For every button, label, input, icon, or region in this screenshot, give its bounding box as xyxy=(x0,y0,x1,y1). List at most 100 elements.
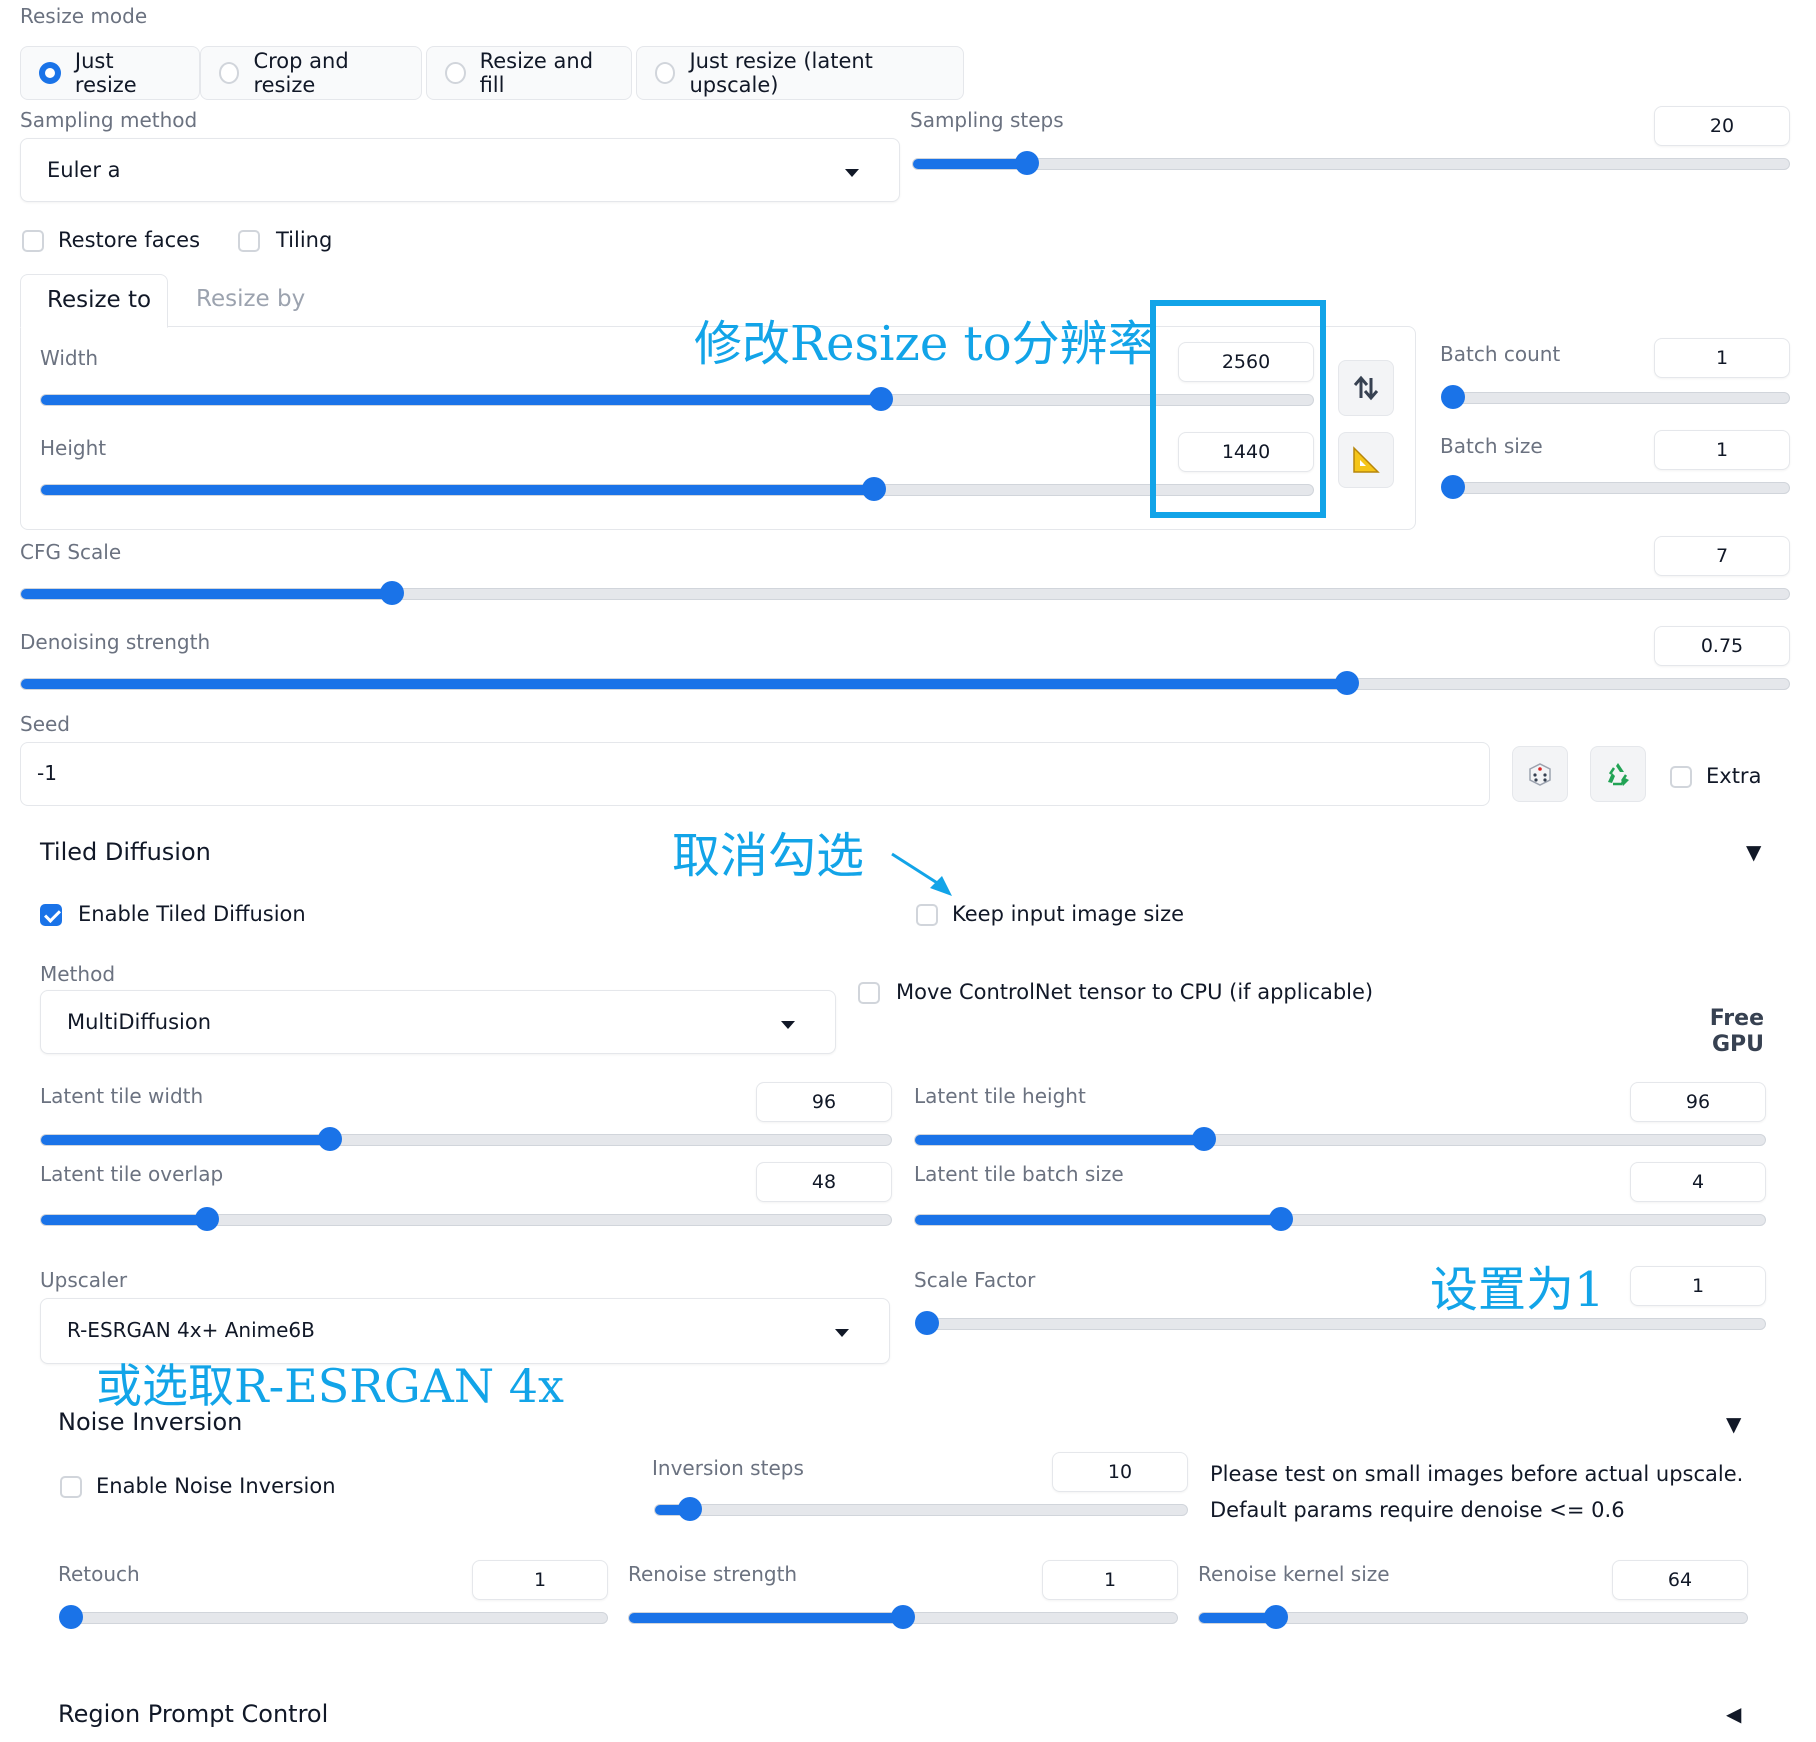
tiling-checkbox[interactable] xyxy=(238,230,260,252)
slider-fill xyxy=(913,159,1027,169)
tab-resize-to[interactable]: Resize to xyxy=(20,274,168,328)
batch-count-slider[interactable] xyxy=(1441,385,1790,409)
tiled-diffusion-title[interactable]: Tiled Diffusion xyxy=(40,838,211,866)
slider-thumb[interactable] xyxy=(1192,1127,1216,1151)
slider-fill xyxy=(21,679,1347,689)
height-slider[interactable] xyxy=(40,477,1314,501)
tab-resize-by[interactable]: Resize by xyxy=(196,286,305,312)
chevron-down-icon xyxy=(835,1329,849,1337)
tab-resize-to-label: Resize to xyxy=(47,287,152,313)
width-slider[interactable] xyxy=(40,387,1314,411)
slider-thumb[interactable] xyxy=(380,581,405,605)
slider-thumb[interactable] xyxy=(915,1311,939,1335)
enable-noise-inversion-checkbox[interactable] xyxy=(60,1476,82,1498)
radio-label: Just resize (latent upscale) xyxy=(689,49,873,97)
denoising-slider[interactable] xyxy=(20,671,1790,695)
scale-factor-slider[interactable] xyxy=(915,1311,1766,1335)
extra-seed-checkbox[interactable] xyxy=(1670,766,1692,788)
region-prompt-title[interactable]: Region Prompt Control xyxy=(58,1700,328,1728)
tile-overlap-input[interactable]: 48 xyxy=(756,1162,892,1202)
tile-width-input[interactable]: 96 xyxy=(756,1082,892,1122)
tile-height-input[interactable]: 96 xyxy=(1630,1082,1766,1122)
seed-input[interactable]: -1 xyxy=(20,742,1490,806)
renoise-strength-input[interactable]: 1 xyxy=(1042,1560,1178,1600)
annotation-arrow-icon xyxy=(891,852,952,896)
radio-just-resize-latent[interactable]: Just resize (latent upscale) xyxy=(636,46,964,100)
slider-fill xyxy=(41,1135,330,1145)
collapse-triangle-icon[interactable]: ▼ xyxy=(1726,1412,1741,1436)
denoising-input[interactable]: 0.75 xyxy=(1654,626,1790,666)
radio-just-resize[interactable]: Just resize xyxy=(20,46,200,100)
swap-dimensions-button[interactable] xyxy=(1338,360,1394,416)
noise-inversion-title[interactable]: Noise Inversion xyxy=(58,1408,242,1436)
tile-height-slider[interactable] xyxy=(914,1127,1766,1151)
collapse-triangle-icon[interactable]: ▼ xyxy=(1746,840,1761,864)
batch-count-input[interactable]: 1 xyxy=(1654,338,1790,378)
sampling-method-select[interactable]: Euler a xyxy=(20,138,900,202)
cfg-scale-slider[interactable] xyxy=(20,581,1790,605)
slider-thumb[interactable] xyxy=(862,477,887,501)
slider-thumb[interactable] xyxy=(59,1605,83,1629)
slider-thumb[interactable] xyxy=(891,1605,915,1629)
swap-arrows-icon xyxy=(1353,375,1379,401)
tile-batch-slider[interactable] xyxy=(914,1207,1766,1231)
enable-tiled-diffusion-checkbox[interactable] xyxy=(40,904,62,926)
tile-overlap-label: Latent tile overlap xyxy=(40,1162,224,1186)
free-gpu-button[interactable]: Free GPU xyxy=(1700,1006,1764,1058)
sampling-steps-slider[interactable] xyxy=(912,151,1790,175)
inversion-steps-slider[interactable] xyxy=(654,1497,1188,1521)
method-select[interactable]: MultiDiffusion xyxy=(40,990,836,1054)
radio-resize-and-fill[interactable]: Resize and fill xyxy=(426,46,632,100)
seed-label: Seed xyxy=(20,712,70,736)
slider-thumb[interactable] xyxy=(1335,671,1359,695)
batch-size-input[interactable]: 1 xyxy=(1654,430,1790,470)
upscaler-value: R-ESRGAN 4x+ Anime6B xyxy=(67,1318,315,1342)
expand-triangle-icon[interactable]: ◀ xyxy=(1726,1702,1741,1726)
slider-thumb[interactable] xyxy=(1268,1207,1293,1231)
keep-input-size-checkbox[interactable] xyxy=(916,904,938,926)
tile-batch-input[interactable]: 4 xyxy=(1630,1162,1766,1202)
tile-width-label: Latent tile width xyxy=(40,1084,204,1108)
radio-indicator xyxy=(655,62,676,84)
chevron-down-icon xyxy=(845,169,859,177)
inversion-steps-label: Inversion steps xyxy=(652,1456,804,1480)
resize-mode-label: Resize mode xyxy=(20,4,148,28)
batch-size-slider[interactable] xyxy=(1441,475,1790,499)
retouch-slider[interactable] xyxy=(59,1605,608,1629)
note-line-1: Please test on small images before actua… xyxy=(1210,1462,1744,1486)
radio-label: Just resize xyxy=(74,49,137,97)
restore-faces-checkbox[interactable] xyxy=(22,230,44,252)
free-gpu-line1: Free xyxy=(1709,1006,1764,1031)
move-controlnet-checkbox[interactable] xyxy=(858,982,880,1004)
renoise-kernel-input[interactable]: 64 xyxy=(1612,1560,1748,1600)
aspect-ratio-button[interactable] xyxy=(1338,432,1394,488)
scale-factor-input[interactable]: 1 xyxy=(1630,1266,1766,1306)
annotation-set-one: 设置为1 xyxy=(1430,1262,1605,1318)
radio-crop-and-resize[interactable]: Crop and resize xyxy=(200,46,422,100)
slider-thumb[interactable] xyxy=(1441,385,1465,409)
retouch-input[interactable]: 1 xyxy=(472,1560,608,1600)
radio-indicator xyxy=(39,62,61,84)
slider-thumb[interactable] xyxy=(1441,475,1465,499)
tile-overlap-slider[interactable] xyxy=(40,1207,892,1231)
slider-fill xyxy=(41,395,881,405)
renoise-strength-slider[interactable] xyxy=(628,1605,1178,1629)
cfg-scale-input[interactable]: 7 xyxy=(1654,536,1790,576)
renoise-strength-label: Renoise strength xyxy=(628,1562,798,1586)
slider-fill xyxy=(915,1215,1281,1225)
renoise-kernel-slider[interactable] xyxy=(1198,1605,1748,1629)
inversion-steps-input[interactable]: 10 xyxy=(1052,1452,1188,1492)
sampling-steps-input[interactable]: 20 xyxy=(1654,106,1790,146)
reuse-seed-button[interactable] xyxy=(1590,746,1646,802)
batch-size-label: Batch size xyxy=(1440,434,1543,458)
slider-thumb[interactable] xyxy=(868,387,893,411)
slider-thumb[interactable] xyxy=(1014,151,1039,175)
highlight-box xyxy=(1150,300,1326,518)
slider-thumb[interactable] xyxy=(677,1497,702,1521)
random-seed-button[interactable] xyxy=(1512,746,1568,802)
slider-thumb[interactable] xyxy=(194,1207,219,1231)
slider-thumb[interactable] xyxy=(318,1127,342,1151)
chevron-down-icon xyxy=(781,1021,795,1029)
slider-thumb[interactable] xyxy=(1263,1605,1288,1629)
tile-width-slider[interactable] xyxy=(40,1127,892,1151)
